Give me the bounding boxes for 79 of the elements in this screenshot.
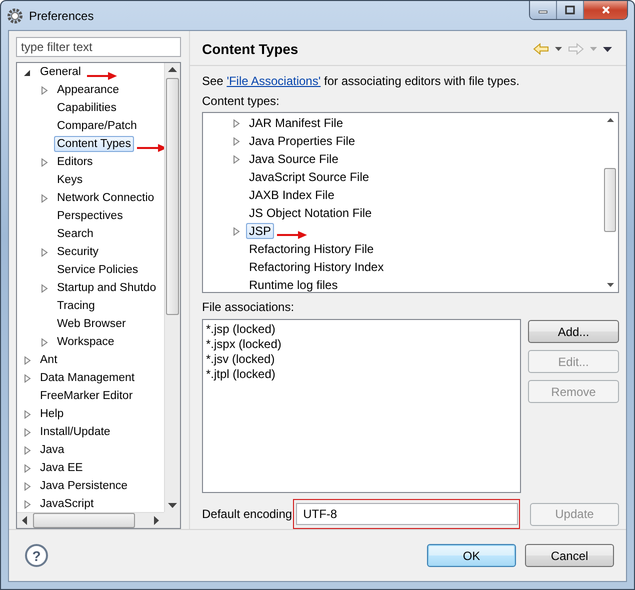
scroll-down-icon[interactable]: [606, 283, 614, 287]
scroll-right-icon[interactable]: [154, 516, 159, 525]
scrollbar-thumb[interactable]: [166, 78, 179, 315]
expand-icon[interactable]: [40, 248, 49, 256]
maximize-icon: [565, 5, 575, 15]
tree-item[interactable]: Keys: [54, 172, 86, 188]
content-type-item[interactable]: Runtime log files: [246, 277, 341, 292]
tree-item[interactable]: Service Policies: [54, 262, 142, 278]
tree-item[interactable]: Compare/Patch: [54, 118, 140, 134]
association-button[interactable]: Add...: [528, 320, 619, 343]
expand-icon[interactable]: [40, 194, 49, 202]
scroll-up-icon[interactable]: [606, 118, 614, 122]
content-type-item[interactable]: JS Object Notation File: [246, 205, 375, 221]
content-type-item[interactable]: Java Source File: [246, 151, 342, 167]
expand-icon[interactable]: [40, 284, 49, 292]
horizontal-scrollbar[interactable]: [17, 512, 164, 528]
tree-item[interactable]: Java Persistence: [37, 478, 131, 494]
tree-item[interactable]: Security: [54, 244, 102, 260]
content-type-item[interactable]: Java Properties File: [246, 133, 358, 149]
minimize-button[interactable]: [530, 1, 556, 19]
tree-item[interactable]: Search: [54, 226, 96, 242]
tree-item[interactable]: General: [37, 64, 84, 80]
scroll-up-icon[interactable]: [168, 67, 177, 72]
tree-item[interactable]: Startup and Shutdo: [54, 280, 160, 296]
file-association-item[interactable]: *.jsp (locked): [206, 322, 517, 337]
tree-item[interactable]: Web Browser: [54, 316, 129, 332]
scroll-down-icon[interactable]: [168, 503, 177, 508]
encoding-field[interactable]: UTF-8: [296, 503, 518, 525]
file-associations-link[interactable]: 'File Associations': [226, 74, 321, 88]
scrollbar-thumb[interactable]: [604, 168, 616, 232]
tree-item[interactable]: Capabilities: [54, 100, 120, 116]
help-button[interactable]: ?: [25, 544, 48, 567]
intro-text: See 'File Associations' for associating editors with file types.: [202, 74, 520, 88]
gear-icon: [7, 8, 23, 24]
expand-icon[interactable]: [40, 86, 49, 94]
tree-item[interactable]: Data Management: [37, 370, 138, 386]
tree-item[interactable]: Workspace: [54, 334, 118, 350]
close-button[interactable]: [583, 1, 627, 19]
vertical-scrollbar[interactable]: [164, 63, 180, 512]
dropdown-caret-icon[interactable]: [555, 47, 562, 51]
content-types-label: Content types:: [202, 94, 280, 108]
tree-item[interactable]: JavaScript: [37, 496, 97, 512]
content-type-item[interactable]: JAXB Index File: [246, 187, 338, 203]
tree-item[interactable]: Editors: [54, 154, 96, 170]
scroll-left-icon[interactable]: [22, 516, 27, 525]
tree-item[interactable]: Java EE: [37, 460, 86, 476]
file-association-item[interactable]: *.jtpl (locked): [206, 367, 517, 382]
tree-item[interactable]: Help: [37, 406, 67, 422]
page-title: Content Types: [202, 41, 298, 57]
back-button[interactable]: [533, 43, 549, 55]
maximize-button[interactable]: [556, 1, 583, 19]
tree-item[interactable]: FreeMarker Editor: [37, 388, 136, 404]
close-icon: [600, 5, 610, 15]
tree-item[interactable]: Perspectives: [54, 208, 126, 224]
cancel-button[interactable]: Cancel: [525, 544, 614, 567]
content-type-item[interactable]: JavaScript Source File: [246, 169, 372, 185]
encoding-label: Default encoding: [202, 507, 292, 521]
tree-item[interactable]: Ant: [37, 352, 60, 368]
content-type-item[interactable]: Refactoring History File: [246, 241, 377, 257]
file-association-item[interactable]: *.jspx (locked): [206, 337, 517, 352]
ok-button[interactable]: OK: [427, 544, 516, 567]
scrollbar-thumb[interactable]: [33, 513, 135, 528]
window-title: Preferences: [29, 9, 94, 23]
tree-item[interactable]: Appearance: [54, 82, 122, 98]
file-association-item[interactable]: *.jsv (locked): [206, 352, 517, 367]
tree-item[interactable]: Content Types: [54, 136, 134, 152]
file-associations-label: File associations:: [202, 300, 296, 314]
content-type-item[interactable]: Refactoring History Index: [246, 259, 387, 275]
tree-item[interactable]: Java: [37, 442, 68, 458]
content-type-item[interactable]: JSP: [246, 223, 274, 239]
tree-item[interactable]: Tracing: [54, 298, 98, 314]
expand-icon[interactable]: [40, 158, 49, 166]
tree-item[interactable]: Install/Update: [37, 424, 114, 440]
tree-item[interactable]: Network Connectio: [54, 190, 158, 206]
expand-icon[interactable]: [232, 226, 241, 236]
content-type-item[interactable]: JAR Manifest File: [246, 115, 346, 131]
filter-field[interactable]: type filter text: [16, 37, 181, 57]
view-menu-icon[interactable]: [603, 46, 612, 52]
collapse-icon[interactable]: [23, 68, 32, 76]
